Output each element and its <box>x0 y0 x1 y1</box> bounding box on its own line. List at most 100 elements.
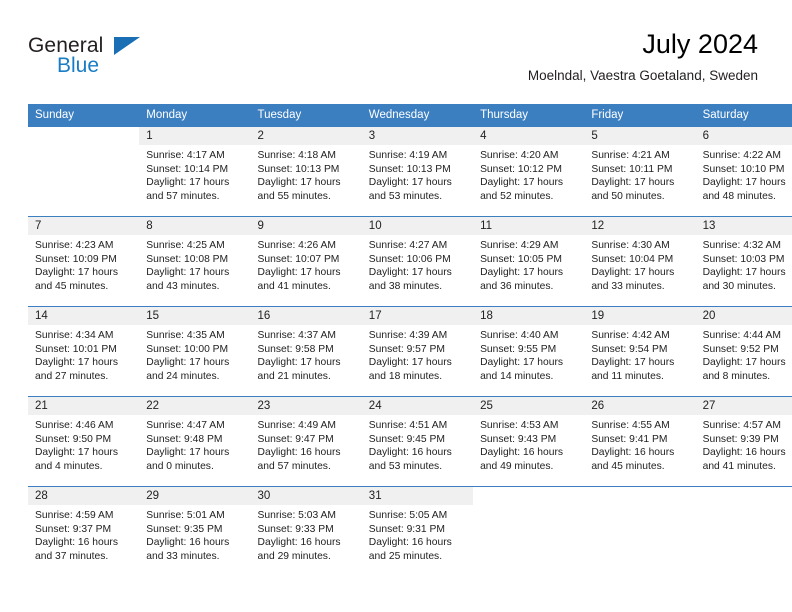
daylight-text-line2: and 41 minutes. <box>702 460 776 472</box>
sunrise-text: Sunrise: 4:25 AM <box>146 240 225 251</box>
weekday-header-monday: Monday <box>139 104 251 127</box>
calendar-day-cell[interactable]: 9 Sunrise: 4:26 AM Sunset: 10:07 PM Dayligh… <box>250 216 362 307</box>
day-number: 25 <box>473 397 585 415</box>
calendar-day-cell[interactable]: 7 Sunrise: 4:23 AM Sunset: 10:09 PM Dayligh… <box>28 216 140 307</box>
calendar-day-cell[interactable]: 23 Sunrise: 4:49 AM Sunset: 9:47 PM Dayligh… <box>250 396 362 487</box>
sunset-text: Sunset: 10:14 PM <box>146 163 229 175</box>
day-number: 10 <box>361 217 474 235</box>
calendar-day-cell[interactable]: 14 Sunrise: 4:34 AM Sunset: 10:01 PM Daylig… <box>28 306 140 397</box>
day-number: 31 <box>361 487 474 505</box>
day-details: Sunrise: 5:01 AM Sunset: 9:35 PM Daylight:… <box>139 505 250 563</box>
calendar-day-cell[interactable]: 8 Sunrise: 4:25 AM Sunset: 10:08 PM Dayligh… <box>139 216 251 307</box>
day-number: 14 <box>28 307 140 325</box>
calendar-day-cell[interactable]: 13 Sunrise: 4:32 AM Sunset: 10:03 PM Daylig… <box>695 216 792 307</box>
day-cell-inner: 4 Sunrise: 4:20 AM Sunset: 10:12 PM Dayligh… <box>473 127 585 216</box>
weekday-header-friday: Friday <box>584 104 696 127</box>
sunset-text: Sunset: 10:05 PM <box>480 253 562 265</box>
calendar-day-cell[interactable]: 16 Sunrise: 4:37 AM Sunset: 9:58 PM Dayligh… <box>250 306 362 397</box>
calendar-day-cell[interactable]: 18 Sunrise: 4:40 AM Sunset: 9:55 PM Dayligh… <box>473 306 585 397</box>
calendar-day-cell[interactable] <box>584 486 696 576</box>
calendar-day-cell[interactable]: 11 Sunrise: 4:29 AM Sunset: 10:05 PM Daylig… <box>473 216 585 307</box>
day-cell-inner: 1 Sunrise: 4:17 AM Sunset: 10:14 PM Dayligh… <box>139 127 251 216</box>
daylight-text-line2: and 24 minutes. <box>146 370 220 382</box>
calendar-day-cell[interactable]: 10 Sunrise: 4:27 AM Sunset: 10:06 PM Daylig… <box>361 216 474 307</box>
day-details: Sunrise: 4:53 AM Sunset: 9:43 PM Daylight:… <box>473 415 584 473</box>
day-details: Sunrise: 4:22 AM Sunset: 10:10 PM Daylight… <box>696 145 792 203</box>
day-details: Sunrise: 4:26 AM Sunset: 10:07 PM Daylight… <box>251 235 362 293</box>
calendar-day-cell[interactable] <box>695 486 792 576</box>
daylight-text-line1: Daylight: 16 hours <box>368 447 452 459</box>
daylight-text-line1: Daylight: 17 hours <box>368 357 452 369</box>
calendar-day-cell[interactable]: 24 Sunrise: 4:51 AM Sunset: 9:45 PM Dayligh… <box>361 396 474 487</box>
calendar-day-cell[interactable]: 1 Sunrise: 4:17 AM Sunset: 10:14 PM Dayligh… <box>139 127 251 217</box>
calendar-day-cell[interactable]: 30 Sunrise: 5:03 AM Sunset: 9:33 PM Dayligh… <box>250 486 362 576</box>
calendar-day-cell[interactable]: 25 Sunrise: 4:53 AM Sunset: 9:43 PM Dayligh… <box>473 396 585 487</box>
calendar-day-cell[interactable]: 15 Sunrise: 4:35 AM Sunset: 10:00 PM Daylig… <box>139 306 251 397</box>
weekday-header-saturday: Saturday <box>695 104 792 127</box>
calendar-day-cell[interactable]: 17 Sunrise: 4:39 AM Sunset: 9:57 PM Dayligh… <box>361 306 474 397</box>
sunrise-text: Sunrise: 4:53 AM <box>480 420 559 431</box>
daylight-text-line2: and 8 minutes. <box>702 370 771 382</box>
calendar-day-cell[interactable]: 28 Sunrise: 4:59 AM Sunset: 9:37 PM Dayligh… <box>28 486 140 576</box>
day-details: Sunrise: 4:37 AM Sunset: 9:58 PM Daylight:… <box>251 325 362 383</box>
calendar-day-cell[interactable]: 31 Sunrise: 5:05 AM Sunset: 9:31 PM Dayligh… <box>361 486 474 576</box>
daylight-text-line2: and 21 minutes. <box>257 370 331 382</box>
calendar-day-cell[interactable]: 26 Sunrise: 4:55 AM Sunset: 9:41 PM Dayligh… <box>584 396 696 487</box>
daylight-text-line1: Daylight: 17 hours <box>480 357 564 369</box>
calendar-day-cell[interactable]: 12 Sunrise: 4:30 AM Sunset: 10:04 PM Daylig… <box>584 216 696 307</box>
calendar-day-cell[interactable] <box>28 127 139 217</box>
calendar-day-cell[interactable]: 29 Sunrise: 5:01 AM Sunset: 9:35 PM Dayligh… <box>139 486 251 576</box>
day-cell-inner: 31 Sunrise: 5:05 AM Sunset: 9:31 PM Dayligh… <box>361 487 474 576</box>
sunset-text: Sunset: 9:54 PM <box>591 343 668 355</box>
sunset-text: Sunset: 9:37 PM <box>35 523 112 535</box>
calendar-day-cell[interactable]: 4 Sunrise: 4:20 AM Sunset: 10:12 PM Dayligh… <box>473 127 585 217</box>
daylight-text-line1: Daylight: 16 hours <box>702 447 786 459</box>
day-cell-inner: 10 Sunrise: 4:27 AM Sunset: 10:06 PM Daylig… <box>361 217 474 306</box>
calendar-day-cell[interactable]: 20 Sunrise: 4:44 AM Sunset: 9:52 PM Dayligh… <box>695 306 792 397</box>
daylight-text-line1: Daylight: 17 hours <box>146 357 230 369</box>
day-cell-inner: 21 Sunrise: 4:46 AM Sunset: 9:50 PM Dayligh… <box>28 397 140 486</box>
calendar-day-cell[interactable]: 19 Sunrise: 4:42 AM Sunset: 9:54 PM Dayligh… <box>584 306 696 397</box>
sunset-text: Sunset: 10:10 PM <box>702 163 785 175</box>
day-details: Sunrise: 4:23 AM Sunset: 10:09 PM Daylight… <box>28 235 139 293</box>
day-details: Sunrise: 4:19 AM Sunset: 10:13 PM Daylight… <box>362 145 473 203</box>
calendar-day-cell[interactable]: 5 Sunrise: 4:21 AM Sunset: 10:11 PM Dayligh… <box>584 127 696 217</box>
sunrise-text: Sunrise: 4:47 AM <box>146 420 225 431</box>
day-details: Sunrise: 4:39 AM Sunset: 9:57 PM Daylight:… <box>362 325 473 383</box>
calendar-day-cell[interactable]: 22 Sunrise: 4:47 AM Sunset: 9:48 PM Dayligh… <box>139 396 251 487</box>
calendar-day-cell[interactable]: 6 Sunrise: 4:22 AM Sunset: 10:10 PM Dayligh… <box>695 127 792 217</box>
day-details: Sunrise: 4:44 AM Sunset: 9:52 PM Daylight:… <box>696 325 792 383</box>
calendar-grid: Sunday Monday Tuesday Wednesday Thursday… <box>28 104 792 576</box>
day-details: Sunrise: 4:29 AM Sunset: 10:05 PM Daylight… <box>473 235 584 293</box>
day-details: Sunrise: 4:18 AM Sunset: 10:13 PM Daylight… <box>251 145 362 203</box>
day-number: 24 <box>361 397 474 415</box>
day-details: Sunrise: 4:25 AM Sunset: 10:08 PM Daylight… <box>139 235 250 293</box>
day-number: 4 <box>473 127 585 145</box>
general-blue-logo[interactable]: General Blue <box>28 34 208 90</box>
calendar-day-cell[interactable]: 21 Sunrise: 4:46 AM Sunset: 9:50 PM Dayligh… <box>28 396 140 487</box>
day-details: Sunrise: 4:51 AM Sunset: 9:45 PM Daylight:… <box>362 415 473 473</box>
sunset-text: Sunset: 10:07 PM <box>257 253 340 265</box>
daylight-text-line1: Daylight: 17 hours <box>591 267 675 279</box>
day-cell-inner: 13 Sunrise: 4:32 AM Sunset: 10:03 PM Daylig… <box>695 217 792 306</box>
daylight-text-line2: and 30 minutes. <box>702 280 776 292</box>
sunset-text: Sunset: 10:13 PM <box>368 163 451 175</box>
calendar-day-cell[interactable]: 3 Sunrise: 4:19 AM Sunset: 10:13 PM Dayligh… <box>361 127 474 217</box>
day-cell-inner: 15 Sunrise: 4:35 AM Sunset: 10:00 PM Daylig… <box>139 307 251 396</box>
sunrise-text: Sunrise: 4:49 AM <box>257 420 336 431</box>
calendar-day-cell[interactable]: 2 Sunrise: 4:18 AM Sunset: 10:13 PM Dayligh… <box>250 127 362 217</box>
calendar-day-cell[interactable]: 27 Sunrise: 4:57 AM Sunset: 9:39 PM Dayligh… <box>695 396 792 487</box>
daylight-text-line2: and 45 minutes. <box>35 280 109 292</box>
calendar-week-row: 14 Sunrise: 4:34 AM Sunset: 10:01 PM Daylig… <box>28 306 792 397</box>
calendar-day-cell[interactable] <box>473 486 585 576</box>
day-cell-inner: 5 Sunrise: 4:21 AM Sunset: 10:11 PM Dayligh… <box>584 127 696 216</box>
calendar-week-row: 21 Sunrise: 4:46 AM Sunset: 9:50 PM Dayligh… <box>28 396 792 487</box>
sunrise-text: Sunrise: 4:40 AM <box>480 330 559 341</box>
day-details: Sunrise: 4:27 AM Sunset: 10:06 PM Daylight… <box>362 235 473 293</box>
day-details: Sunrise: 4:49 AM Sunset: 9:47 PM Daylight:… <box>251 415 362 473</box>
sunrise-text: Sunrise: 4:17 AM <box>146 150 225 161</box>
sunset-text: Sunset: 9:33 PM <box>257 523 334 535</box>
day-cell-inner: 29 Sunrise: 5:01 AM Sunset: 9:35 PM Dayligh… <box>139 487 251 576</box>
daylight-text-line2: and 33 minutes. <box>591 280 665 292</box>
day-cell-inner: 28 Sunrise: 4:59 AM Sunset: 9:37 PM Dayligh… <box>28 487 140 576</box>
